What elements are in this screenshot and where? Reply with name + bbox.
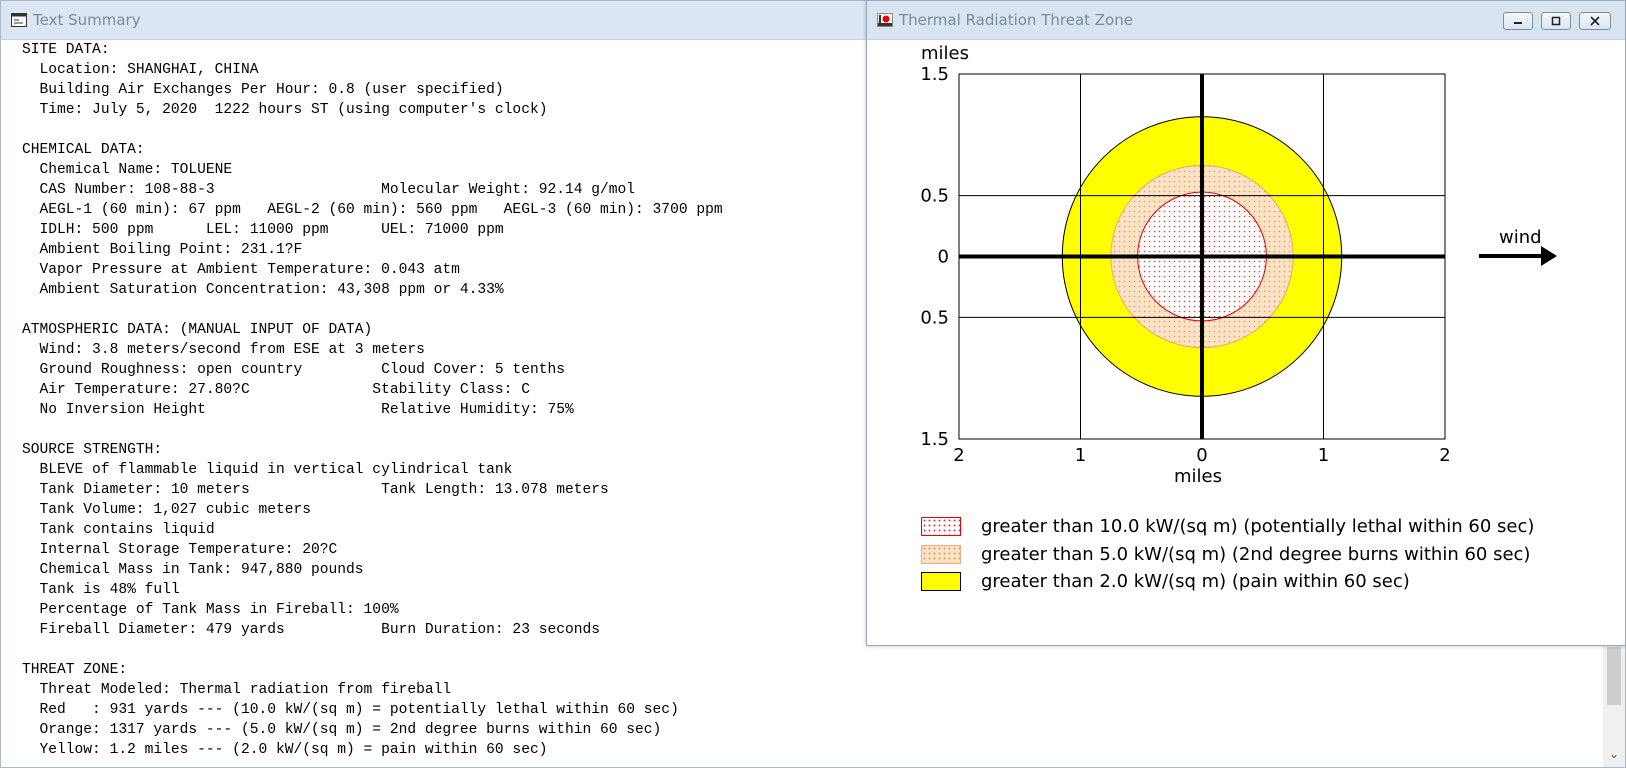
summary-line: Air Temperature: 27.80?C Stability Class… xyxy=(22,382,530,398)
y-tick-label: 1.5 xyxy=(920,64,949,85)
summary-line: Yellow: 1.2 miles --- (2.0 kW/(sq m) = p… xyxy=(22,742,548,758)
summary-line: Vapor Pressure at Ambient Temperature: 0… xyxy=(22,262,460,278)
summary-line: Tank Volume: 1,027 cubic meters xyxy=(22,502,312,518)
y-tick-label: 0.5 xyxy=(920,186,949,207)
y-tick-label: 0 xyxy=(938,247,949,268)
threat-zone-plot: 2 1 0 1 21.50.500.51.5 miles miles wind xyxy=(920,43,1557,487)
summary-line: No Inversion Height Relative Humidity: 7… xyxy=(22,402,574,418)
summary-scrollbar[interactable]: ⌄ xyxy=(1603,641,1625,767)
summary-line: Ground Roughness: open country Cloud Cov… xyxy=(22,362,565,378)
summary-line: CAS Number: 108-88-3 Molecular Weight: 9… xyxy=(22,182,636,198)
legend-label-red: greater than 10.0 kW/(sq m) (potentially… xyxy=(981,516,1535,538)
summary-line: Chemical Name: TOLUENE xyxy=(22,162,233,178)
summary-line: Tank Diameter: 10 meters Tank Length: 13… xyxy=(22,482,609,498)
summary-window-icon xyxy=(11,13,27,27)
legend-item-red: greater than 10.0 kW/(sq m) (potentially… xyxy=(921,513,1534,541)
summary-line: Building Air Exchanges Per Hour: 0.8 (us… xyxy=(22,82,504,98)
summary-line: Percentage of Tank Mass in Fireball: 100… xyxy=(22,602,399,618)
minimize-icon xyxy=(1504,13,1532,29)
legend-label-orange: greater than 5.0 kW/(sq m) (2nd degree b… xyxy=(981,543,1531,565)
summary-line: ATMOSPHERIC DATA: (MANUAL INPUT OF DATA) xyxy=(22,322,373,338)
grid-layer xyxy=(958,73,1446,440)
threat-zone-window: Thermal Radiation Threat Zone 2 1 0 1 2 … xyxy=(866,0,1626,646)
x-tick-label: 2 xyxy=(1439,445,1450,466)
summary-line: Orange: 1317 yards --- (5.0 kW/(sq m) = … xyxy=(22,722,662,738)
close-button[interactable] xyxy=(1579,12,1611,30)
legend-swatch-red xyxy=(921,517,961,537)
close-icon xyxy=(1580,13,1610,29)
x-tick-label: 2 xyxy=(953,445,964,466)
maximize-button[interactable] xyxy=(1541,12,1571,30)
summary-line: Location: SHANGHAI, CHINA xyxy=(22,62,259,78)
summary-line: SITE DATA: xyxy=(22,42,110,58)
summary-line: Chemical Mass in Tank: 947,880 pounds xyxy=(22,562,364,578)
summary-line: SOURCE STRENGTH: xyxy=(22,442,163,458)
scroll-down-arrow-icon[interactable]: ⌄ xyxy=(1609,747,1619,761)
legend-label-yellow: greater than 2.0 kW/(sq m) (pain within … xyxy=(981,571,1410,593)
legend-swatch-yellow xyxy=(921,572,961,592)
summary-window-title: Text Summary xyxy=(33,11,141,29)
threat-window-icon xyxy=(877,13,893,27)
summary-line: Ambient Boiling Point: 231.1?F xyxy=(22,242,303,258)
summary-line: Time: July 5, 2020 1222 hours ST (using … xyxy=(22,102,548,118)
summary-line: Tank contains liquid xyxy=(22,522,215,538)
summary-line: IDLH: 500 ppm LEL: 11000 ppm UEL: 71000 … xyxy=(22,222,504,238)
y-axis-label: miles xyxy=(921,43,969,64)
x-axis-label: miles xyxy=(1174,466,1222,487)
y-tick-label: 0.5 xyxy=(920,307,949,328)
summary-line: AEGL-1 (60 min): 67 ppm AEGL-2 (60 min):… xyxy=(22,202,723,218)
summary-text: SITE DATA: Location: SHANGHAI, CHINA Bui… xyxy=(22,40,723,760)
summary-line: THREAT ZONE: xyxy=(22,662,128,678)
threat-titlebar[interactable]: Thermal Radiation Threat Zone xyxy=(867,1,1625,40)
y-tick-label: 1.5 xyxy=(920,429,949,450)
summary-line: CHEMICAL DATA: xyxy=(22,142,145,158)
summary-line: Red : 931 yards --- (10.0 kW/(sq m) = po… xyxy=(22,702,679,718)
summary-line: Internal Storage Temperature: 20?C xyxy=(22,542,338,558)
scroll-thumb[interactable] xyxy=(1607,647,1621,705)
minimize-button[interactable] xyxy=(1503,12,1533,30)
legend-item-yellow: greater than 2.0 kW/(sq m) (pain within … xyxy=(921,568,1534,596)
threat-window-title: Thermal Radiation Threat Zone xyxy=(899,11,1133,29)
summary-line: Ambient Saturation Concentration: 43,308… xyxy=(22,282,504,298)
legend-swatch-orange xyxy=(921,544,961,564)
x-tick-label: 1 xyxy=(1318,445,1329,466)
window-controls xyxy=(1503,12,1611,30)
wind-label: wind xyxy=(1499,227,1542,248)
legend: greater than 10.0 kW/(sq m) (potentially… xyxy=(921,513,1534,596)
summary-line: Tank is 48% full xyxy=(22,582,180,598)
restore-icon xyxy=(1542,13,1570,29)
x-tick-label: 0 xyxy=(1196,445,1207,466)
summary-line: BLEVE of flammable liquid in vertical cy… xyxy=(22,462,513,478)
summary-line: Wind: 3.8 meters/second from ESE at 3 me… xyxy=(22,342,425,358)
summary-line: Fireball Diameter: 479 yards Burn Durati… xyxy=(22,622,601,638)
legend-item-orange: greater than 5.0 kW/(sq m) (2nd degree b… xyxy=(921,541,1534,569)
summary-line: Threat Modeled: Thermal radiation from f… xyxy=(22,682,452,698)
x-tick-label: 1 xyxy=(1075,445,1086,466)
wind-arrow-icon xyxy=(1479,246,1557,266)
